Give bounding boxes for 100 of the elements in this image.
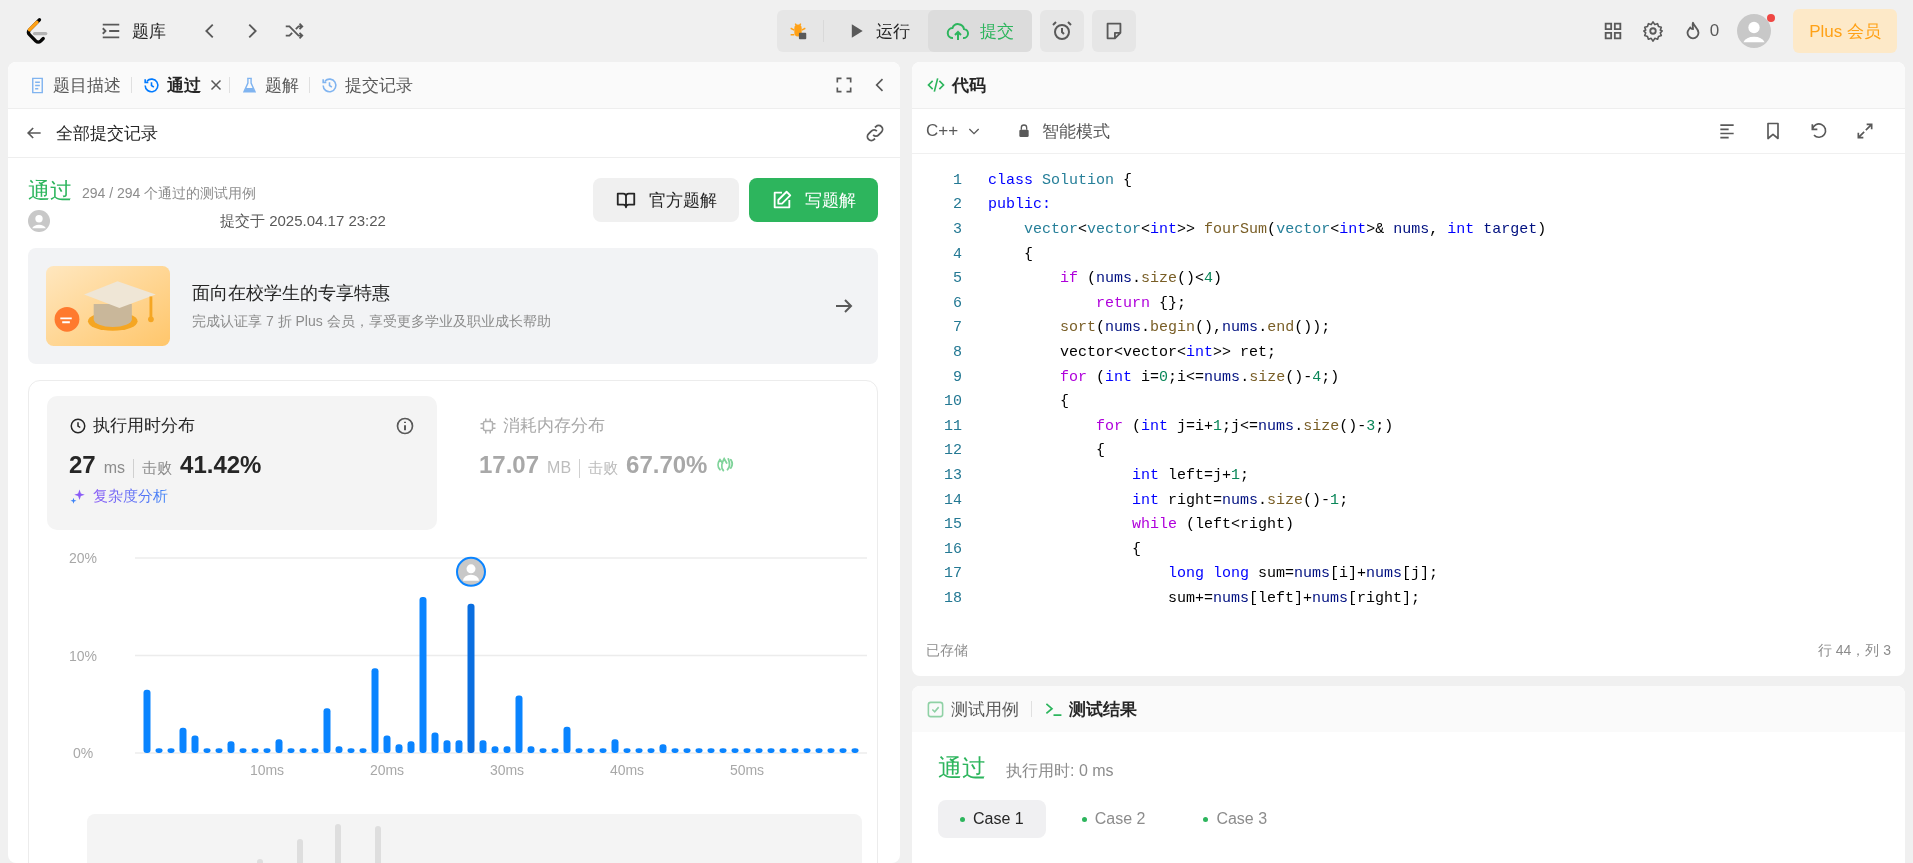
chart-bar[interactable] [347, 748, 355, 753]
panel-tab[interactable]: 题解 [234, 69, 305, 101]
chart-bar[interactable] [455, 740, 463, 753]
chart-bar[interactable] [503, 746, 511, 753]
chart-bar[interactable] [395, 744, 403, 753]
chart-bar[interactable] [815, 748, 823, 753]
chart-bar[interactable] [599, 748, 607, 753]
chart-bar[interactable] [731, 748, 739, 753]
chart-bar[interactable] [407, 741, 415, 753]
chart-bar[interactable] [719, 748, 727, 753]
panel-title: 代码 [952, 74, 986, 97]
chart-bar[interactable] [647, 748, 655, 753]
chart-bar[interactable] [635, 748, 643, 753]
chart-bar[interactable] [767, 748, 775, 753]
chart-bar[interactable] [263, 748, 271, 753]
chart-bar[interactable] [515, 695, 523, 753]
chart-bar[interactable] [215, 748, 223, 753]
run-button[interactable]: 运行 [828, 10, 929, 52]
chart-bar[interactable] [491, 746, 499, 753]
chart-bar[interactable] [227, 741, 235, 753]
chart-bar[interactable] [203, 748, 211, 753]
chart-bar[interactable] [779, 748, 787, 753]
line-number: 8 [952, 343, 963, 361]
chart-bar[interactable] [551, 748, 559, 753]
chart-bar[interactable] [695, 748, 703, 753]
chart-bar[interactable] [155, 748, 163, 753]
chart-bar[interactable] [671, 748, 679, 753]
chart-bar[interactable] [587, 748, 595, 753]
chart-bar[interactable] [851, 748, 859, 753]
chart-bar[interactable] [839, 748, 847, 753]
chart-bar[interactable] [323, 708, 331, 753]
line-number: 12 [943, 442, 963, 460]
chart-bar[interactable] [791, 748, 799, 753]
submit-time: 提交于 2025.04.17 23:22 [220, 211, 386, 231]
code-line: for (int i=0;i<=nums.size()-4;) [1059, 368, 1340, 386]
chart-bar[interactable] [299, 748, 307, 753]
console-tab[interactable]: 测试用例 [926, 697, 1019, 721]
chart-bar[interactable] [803, 748, 811, 753]
chart-bar[interactable] [383, 735, 391, 753]
chart-bar[interactable] [827, 748, 835, 753]
shuffle-icon[interactable] [283, 20, 305, 42]
case-tab[interactable]: Case 1 [938, 800, 1046, 838]
chart-bar[interactable] [335, 746, 343, 753]
reset-icon[interactable] [1809, 121, 1829, 141]
chart-bar[interactable] [539, 748, 547, 753]
settings-icon[interactable] [1641, 20, 1664, 42]
timer-button[interactable] [1040, 10, 1085, 52]
back-link[interactable]: 全部提交记录 [56, 121, 158, 145]
chart-bar[interactable] [143, 689, 151, 753]
chart-bar[interactable] [287, 748, 295, 753]
fullscreen-icon[interactable] [834, 75, 854, 95]
chart-bar[interactable] [743, 748, 751, 753]
panel-tab[interactable]: 题目描述 [22, 69, 127, 101]
chart-bar[interactable] [191, 735, 199, 753]
chart-bar[interactable] [359, 748, 367, 753]
stat-panel[interactable]: 执行用时分布 27 ms 击败 41.42% 复杂度分析 [47, 396, 437, 530]
chart-bar[interactable] [527, 746, 535, 753]
language-dropdown[interactable]: C++ [926, 121, 983, 141]
chart-bar[interactable] [467, 603, 475, 753]
panel-tab[interactable]: 提交记录 [314, 69, 419, 101]
official-solution-button[interactable]: 官方题解 [593, 178, 739, 222]
chart-bar[interactable] [239, 748, 247, 753]
chart-bar[interactable] [755, 748, 763, 753]
console-tab[interactable]: 测试结果 [1044, 697, 1137, 721]
passed-count: 294 / 294 个通过的测试用例 [82, 185, 257, 203]
chart-bar[interactable] [443, 740, 451, 753]
chart-bar[interactable] [683, 748, 691, 753]
chart-bar[interactable] [479, 740, 487, 753]
chart-bar[interactable] [251, 748, 259, 753]
code-line: int left=j+1; [1131, 466, 1250, 484]
chart-bar[interactable] [167, 748, 175, 753]
expand-icon[interactable] [1855, 121, 1875, 141]
chart-bar[interactable] [431, 732, 439, 753]
line-number: 6 [952, 294, 963, 312]
chart-bar[interactable] [707, 748, 715, 753]
format-icon[interactable] [1717, 121, 1737, 141]
save-status: 已存储 [926, 642, 968, 660]
chart-bar[interactable] [179, 727, 187, 753]
promo-banner[interactable]: 面向在校学生的专享特惠 完成认证享 7 折 Plus 会员，享受更多学业及职业成长帮助 [28, 248, 878, 364]
line-number: 14 [943, 491, 963, 509]
chart-bar[interactable] [659, 744, 667, 753]
beat-percent: 41.42% [180, 451, 262, 479]
stat-unit: MB [547, 459, 572, 477]
chart-bar[interactable] [371, 668, 379, 753]
chart-bar[interactable] [611, 739, 619, 753]
code-line: public: [988, 196, 1051, 214]
chart-bar[interactable] [419, 597, 427, 753]
link-icon[interactable] [864, 122, 886, 144]
notes-button[interactable] [1092, 10, 1137, 52]
avatar-icon[interactable] [1737, 14, 1772, 48]
line-number: 11 [943, 417, 963, 435]
chart-bar[interactable] [275, 739, 283, 753]
problem-list-link[interactable]: 题库 [94, 19, 172, 43]
chart-bar[interactable] [563, 726, 571, 753]
chart-bar[interactable] [311, 748, 319, 753]
info-icon[interactable] [395, 415, 415, 436]
chart-bar[interactable] [623, 748, 631, 753]
chart-bar[interactable] [575, 748, 583, 753]
beat-percent: 67.70% [626, 451, 708, 479]
panel-tab[interactable]: 通过 [136, 69, 207, 101]
